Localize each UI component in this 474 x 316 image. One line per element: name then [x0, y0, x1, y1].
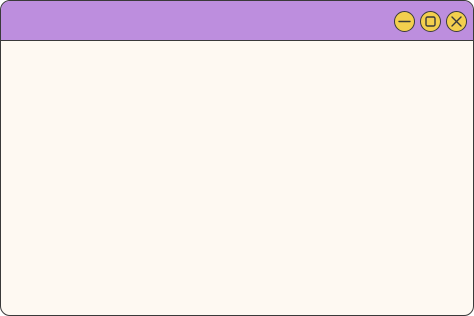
maximize-button[interactable]	[420, 11, 441, 32]
window-content	[1, 41, 473, 315]
window-controls	[394, 11, 467, 32]
close-icon	[451, 16, 462, 27]
minimize-icon	[398, 20, 411, 23]
minimize-button[interactable]	[394, 11, 415, 32]
close-button[interactable]	[446, 11, 467, 32]
maximize-icon	[425, 16, 436, 27]
app-window	[0, 0, 474, 316]
title-bar[interactable]	[1, 1, 473, 41]
